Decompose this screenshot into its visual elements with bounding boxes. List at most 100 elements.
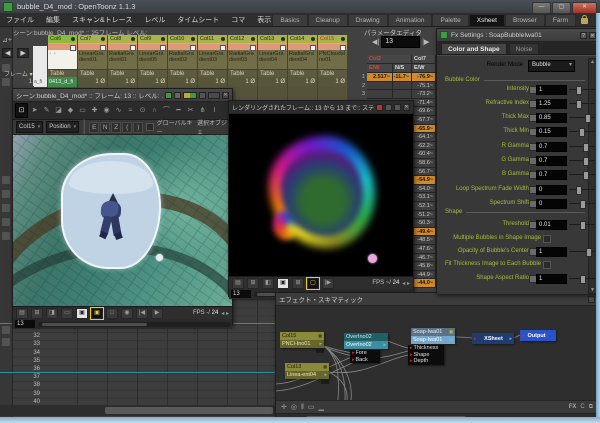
fx-help-icon[interactable]: ? (580, 32, 587, 39)
fx-param-slider[interactable] (569, 117, 595, 118)
fit-view-icon[interactable]: ✛ (281, 403, 287, 411)
white-frame-icon[interactable]: ▣ (76, 308, 88, 319)
column-filter-bar[interactable] (318, 43, 347, 50)
fx-param-checkbox[interactable] (543, 261, 551, 269)
node-col15[interactable]: Col15▦PNCl-Ino01▸ (280, 332, 324, 348)
param-cell[interactable]: -54.0~ (412, 185, 436, 194)
fx-slider-handle[interactable] (586, 248, 592, 257)
record-icon[interactable]: ◉ (121, 308, 133, 319)
cutter-tool[interactable]: ✂ (185, 104, 196, 117)
fx-param-value[interactable]: 0.7 (536, 156, 567, 166)
fx-slider-handle[interactable] (580, 200, 586, 209)
param-cell[interactable] (393, 90, 412, 99)
global-key-checkbox[interactable] (146, 123, 153, 131)
fx-param-value[interactable]: 0.7 (536, 170, 567, 180)
cell-frame1[interactable]: 1 Ø (198, 77, 227, 87)
fx-param-slider[interactable] (569, 160, 595, 161)
xsheet-column-header-col10[interactable]: Col10RadialGradient02Table (168, 35, 197, 79)
control-point-tool[interactable]: ∿ (113, 104, 124, 117)
param-cell[interactable] (367, 90, 393, 99)
fx-close-icon[interactable]: ✕ (589, 32, 596, 39)
minimize-button[interactable]: — (532, 2, 551, 14)
node-col13[interactable]: Col13▦Linea-ent04▸ (285, 363, 329, 379)
focus-icon[interactable]: ◎ (291, 403, 297, 411)
column-eye-icon[interactable] (161, 37, 165, 41)
fx-param-value[interactable]: 1 (536, 85, 567, 95)
fx-slider-handle[interactable] (576, 86, 582, 95)
fx-param-slider[interactable] (569, 174, 595, 175)
param-cell[interactable]: -65.9~ (412, 125, 436, 134)
flag-icon[interactable]: ▭ (61, 308, 73, 319)
cell-frame1[interactable]: 1 Ø (78, 77, 107, 87)
param-cell[interactable]: -60.4~ (412, 150, 436, 159)
next-frame-button[interactable]: ▶ (17, 48, 28, 58)
camera-view-icon[interactable] (174, 92, 181, 99)
fx-slider-handle[interactable] (580, 221, 586, 230)
render-mode-dropdown[interactable]: Bubble (528, 60, 575, 72)
cell-frame1[interactable]: 1 Ø (138, 77, 167, 87)
param-cell[interactable]: -47.6~ (412, 245, 436, 254)
close-button[interactable]: ✕ (572, 2, 597, 14)
tool-option-button[interactable]: E (89, 122, 99, 133)
node-output[interactable]: ▸Output (520, 330, 556, 341)
column-thumbnail[interactable]: PNCloudsIno01 (318, 50, 347, 69)
param-cell[interactable]: -62.2~ (412, 142, 436, 151)
text-tool[interactable]: I (209, 104, 220, 117)
column-select[interactable]: Col15▾ (16, 121, 43, 133)
column-eye-icon[interactable] (281, 37, 285, 41)
fill-tool[interactable]: ◆ (65, 104, 76, 117)
fx-tab-color-and-shape[interactable]: Color and Shape (441, 43, 507, 54)
pan-icon[interactable]: ⊞ (247, 278, 259, 289)
column-thumbnail[interactable]: LinearGradient01 (78, 50, 107, 69)
cell-frame1[interactable]: 1 Ø (258, 77, 287, 87)
room-tab-browser[interactable]: Browser (505, 14, 545, 26)
column-eye-icon[interactable] (221, 37, 225, 41)
next-key-button[interactable]: |▶ (422, 38, 429, 46)
column-filter-bar[interactable] (258, 43, 287, 50)
camera-icon[interactable]: ◨ (46, 308, 58, 319)
fx-param-slider[interactable] (569, 189, 595, 190)
panel-icon[interactable] (2, 218, 10, 226)
fx-slider-handle[interactable] (580, 275, 586, 284)
menu-タイムシート[interactable]: タイムシート (171, 15, 225, 25)
node-overino02[interactable]: OverIno02OverIno02▸ (344, 333, 388, 349)
column-filter-bar[interactable] (228, 43, 257, 50)
panel-icon[interactable] (2, 78, 10, 86)
column-eye-icon[interactable] (71, 37, 75, 41)
panel-icon[interactable] (2, 190, 10, 198)
menu-スキャン&トレース[interactable]: スキャン&トレース (66, 15, 138, 25)
viewer-close-icon[interactable]: ✕ (222, 92, 229, 99)
magnet-tool[interactable]: ∩ (149, 104, 160, 117)
fx-param-value[interactable]: 0.01 (536, 220, 567, 230)
minimize-icon[interactable]: ▁ (319, 403, 324, 411)
pinch-tool[interactable]: ≈ (125, 104, 136, 117)
fx-slider-handle[interactable] (583, 143, 589, 152)
param-cell[interactable]: -73.2~ (412, 90, 436, 99)
tool-option-button[interactable]: Z (111, 122, 121, 133)
viewer-canvas[interactable] (13, 135, 232, 306)
first-frame-icon[interactable]: |◀ (136, 308, 148, 319)
schematic-titlebar[interactable]: エフェクト・スキマティック (276, 293, 598, 306)
flip-orientation-icon[interactable] (183, 92, 197, 99)
cell-frame1[interactable]: 1 Ø (108, 77, 137, 87)
room-tab-palette[interactable]: Palette (432, 14, 468, 26)
fx-param-value[interactable]: 0.15 (536, 127, 567, 137)
column-eye-icon[interactable] (191, 37, 195, 41)
xsheet-hscrollbar[interactable] (0, 405, 275, 416)
xsheet-column-header-col8[interactable]: Col8RadialGradient01Table (108, 35, 137, 79)
cell-frame1[interactable]: 1 Ø (228, 77, 257, 87)
xsheet-column-header-col12[interactable]: Col12RadialGradient03Table (228, 35, 257, 79)
column-eye-icon[interactable] (101, 37, 105, 41)
menu-レベル[interactable]: レベル (138, 15, 171, 25)
param-cell[interactable]: -44.0~ (412, 279, 436, 288)
pan-icon[interactable]: ⊞ (31, 308, 43, 319)
fx-param-value[interactable]: 0 (536, 199, 567, 209)
column-thumbnail[interactable]: LinearGradient03 (198, 50, 227, 69)
node-ports[interactable]: ▸Fore▸Back (350, 350, 380, 363)
eraser-tool[interactable]: ◪ (53, 104, 64, 117)
fx-param-slider[interactable] (569, 251, 595, 252)
param-cell[interactable]: -58.6~ (412, 159, 436, 168)
column-thumbnail[interactable]: ·˙· (48, 50, 77, 69)
room-tab-animation[interactable]: Animation (388, 14, 433, 26)
mode-select[interactable]: Position▾ (46, 121, 79, 133)
